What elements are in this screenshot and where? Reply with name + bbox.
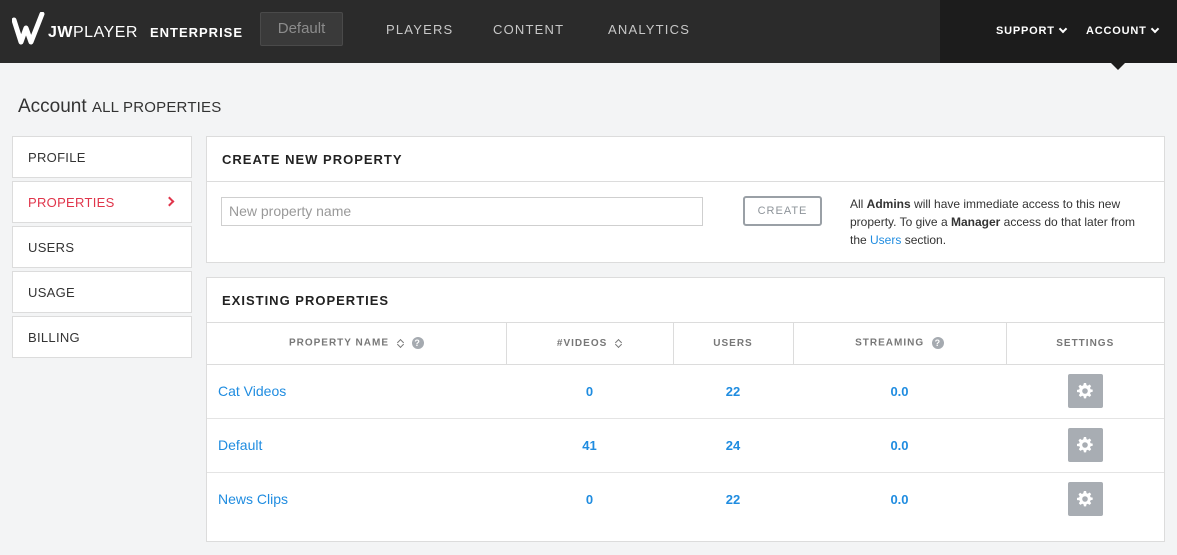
sidebar-item-usage[interactable]: USAGE [12, 271, 192, 313]
active-menu-caret [1111, 63, 1125, 70]
users-count[interactable]: 22 [673, 364, 793, 419]
edition-label: ENTERPRISE [149, 24, 244, 40]
support-label: SUPPORT [996, 25, 1055, 37]
page-title-main: Account [18, 96, 87, 117]
properties-table: PROPERTY NAME ? #VIDEOS USERS STREAMING … [207, 323, 1164, 526]
column-label: STREAMING [855, 337, 925, 349]
sidebar-item-label: BILLING [28, 330, 80, 345]
sidebar-item-label: USAGE [28, 285, 76, 300]
videos-count[interactable]: 41 [506, 418, 673, 473]
sidebar-item-users[interactable]: USERS [12, 226, 192, 268]
existing-properties-heading: EXISTING PROPERTIES [207, 278, 1164, 323]
sort-icon[interactable] [616, 339, 622, 348]
gear-icon [1077, 491, 1093, 507]
users-link[interactable]: Users [870, 233, 901, 247]
sidebar: PROFILE PROPERTIES USERS USAGE BILLING [12, 136, 192, 361]
existing-properties-panel: EXISTING PROPERTIES PROPERTY NAME ? #VID… [206, 277, 1165, 542]
account-menu[interactable]: ACCOUNT [1086, 24, 1159, 37]
sidebar-item-properties[interactable]: PROPERTIES [12, 181, 192, 223]
column-label: #VIDEOS [556, 337, 608, 349]
sidebar-item-billing[interactable]: BILLING [12, 316, 192, 358]
help-icon[interactable]: ? [931, 337, 944, 350]
users-count[interactable]: 22 [673, 472, 793, 526]
support-menu[interactable]: SUPPORT [996, 24, 1068, 37]
property-name-link[interactable]: News Clips [207, 472, 506, 526]
page-title: Account ALL PROPERTIES [18, 96, 221, 118]
column-header-settings: SETTINGS [1006, 323, 1164, 365]
table-header-row: PROPERTY NAME ? #VIDEOS USERS STREAMING … [207, 323, 1164, 365]
nav-players[interactable]: PLAYERS [386, 22, 453, 37]
settings-cell [1006, 364, 1164, 419]
nav-content[interactable]: CONTENT [493, 22, 564, 37]
column-header-videos[interactable]: #VIDEOS [506, 323, 674, 365]
table-row: News Clips 0 22 0.0 [207, 472, 1164, 526]
sidebar-item-label: PROFILE [28, 150, 86, 165]
create-property-note: All Admins will have immediate access to… [850, 195, 1150, 249]
property-selector[interactable]: Default [260, 12, 343, 46]
column-label: PROPERTY NAME [288, 337, 389, 349]
videos-count[interactable]: 0 [506, 364, 673, 419]
chevron-down-icon [1150, 24, 1159, 34]
streaming-value[interactable]: 0.0 [793, 364, 1006, 419]
note-text: section. [901, 233, 947, 247]
gear-icon [1077, 437, 1093, 453]
column-header-users: USERS [673, 323, 794, 365]
settings-cell [1006, 418, 1164, 473]
videos-count[interactable]: 0 [506, 472, 673, 526]
gear-icon [1077, 383, 1093, 399]
settings-button[interactable] [1067, 374, 1103, 408]
table-row: Cat Videos 0 22 0.0 [207, 364, 1164, 419]
property-name-link[interactable]: Default [207, 418, 506, 473]
streaming-value[interactable]: 0.0 [793, 472, 1006, 526]
new-property-name-input[interactable]: New property name [221, 197, 703, 226]
nav-analytics[interactable]: ANALYTICS [608, 22, 690, 37]
page-subtitle: ALL PROPERTIES [91, 99, 222, 116]
column-header-property-name[interactable]: PROPERTY NAME ? [207, 323, 507, 365]
sidebar-item-label: PROPERTIES [28, 195, 115, 210]
column-label: SETTINGS [1056, 337, 1115, 349]
chevron-right-icon [164, 196, 175, 207]
brand-name: JWPLAYER [48, 24, 138, 41]
create-button[interactable]: CREATE [743, 196, 822, 226]
users-count[interactable]: 24 [673, 418, 793, 473]
create-property-panel: CREATE NEW PROPERTY New property name CR… [206, 136, 1165, 263]
column-label: USERS [713, 337, 753, 349]
note-text: All [850, 197, 867, 211]
property-name-link[interactable]: Cat Videos [207, 364, 506, 419]
jw-logo-icon [12, 12, 45, 45]
sidebar-item-profile[interactable]: PROFILE [12, 136, 192, 178]
help-icon[interactable]: ? [411, 337, 424, 350]
chevron-down-icon [1058, 24, 1068, 34]
top-bar: JWPLAYER ENTERPRISE Default PLAYERS CONT… [0, 0, 1177, 63]
settings-button[interactable] [1067, 482, 1103, 517]
sidebar-item-label: USERS [28, 240, 75, 255]
create-property-heading: CREATE NEW PROPERTY [207, 137, 1164, 182]
streaming-value[interactable]: 0.0 [793, 418, 1006, 473]
table-row: Default 41 24 0.0 [207, 418, 1164, 473]
settings-button[interactable] [1067, 428, 1103, 462]
jw-logo[interactable]: JWPLAYER ENTERPRISE [12, 12, 243, 48]
settings-cell [1006, 472, 1164, 526]
column-header-streaming: STREAMING ? [793, 323, 1007, 365]
note-manager: Manager [950, 215, 1001, 229]
account-label: ACCOUNT [1086, 25, 1147, 37]
sort-icon[interactable] [398, 339, 404, 348]
note-admins: Admins [866, 197, 911, 211]
